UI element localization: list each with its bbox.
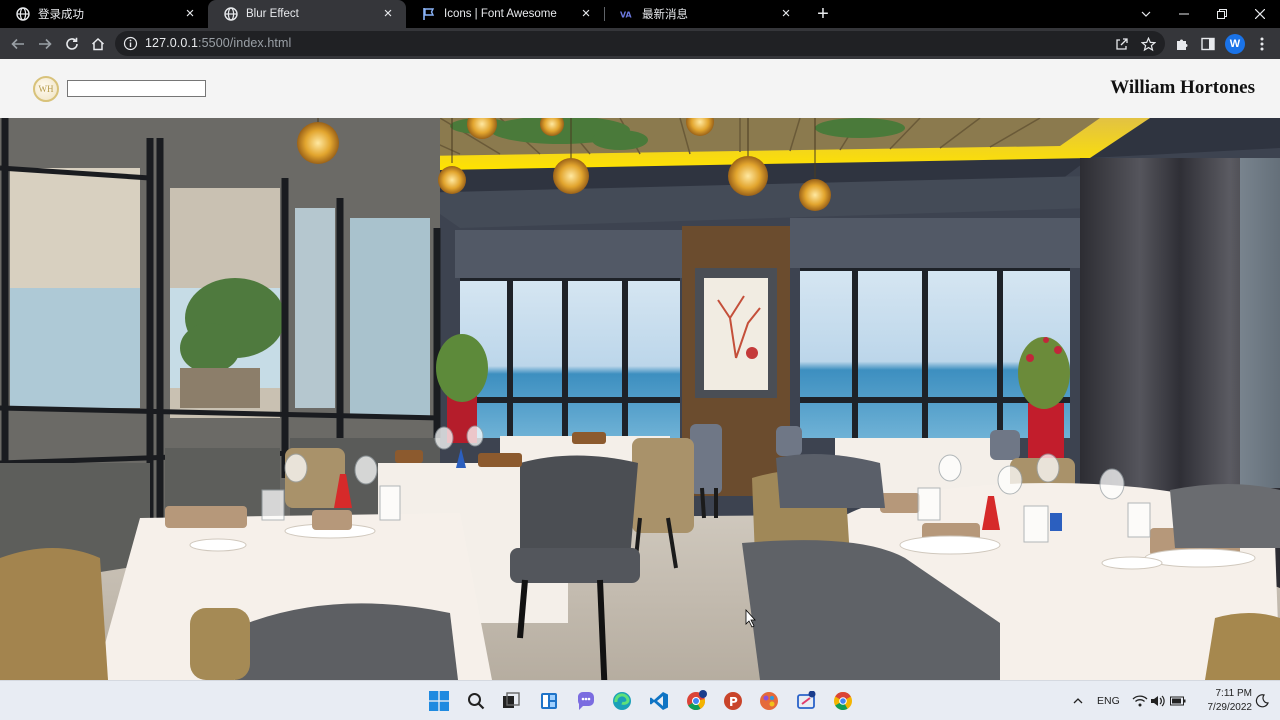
tab-title: Icons | Font Awesome xyxy=(444,8,557,20)
chrome-icon[interactable] xyxy=(684,689,708,713)
restore-icon[interactable] xyxy=(1203,0,1241,28)
info-icon[interactable] xyxy=(123,36,138,51)
paint-icon[interactable] xyxy=(757,689,781,713)
menu-kebab-icon[interactable] xyxy=(1252,34,1272,54)
site-header: WH William Hortones xyxy=(0,59,1280,118)
url-text: 127.0.0.1:5500/index.html xyxy=(145,36,291,50)
chrome-icon-2[interactable] xyxy=(831,689,855,713)
tab-login-success[interactable]: 登录成功 × xyxy=(0,0,208,28)
share-icon[interactable] xyxy=(1112,34,1132,54)
vscode-icon[interactable] xyxy=(647,689,671,713)
clock-date: 7/29/2022 xyxy=(1207,702,1253,713)
close-icon[interactable]: × xyxy=(578,6,594,22)
tab-font-awesome[interactable]: Icons | Font Awesome × xyxy=(406,0,604,28)
side-panel-icon[interactable] xyxy=(1198,34,1218,54)
forward-arrow-icon[interactable] xyxy=(35,34,55,54)
app-p-icon[interactable]: P xyxy=(721,689,745,713)
restaurant-illustration xyxy=(0,108,1280,680)
tab-title: 最新消息 xyxy=(642,9,688,21)
url-host: 127.0.0.1 xyxy=(145,36,199,50)
tab-strip: 登录成功 × Blur Effect × Icons | Font Awesom… xyxy=(0,0,1280,28)
system-clock[interactable]: 7:11 PM 7/29/2022 xyxy=(1190,687,1253,715)
site-name: William Hortones xyxy=(1110,77,1255,98)
tab-latest-news[interactable]: VA 最新消息 × xyxy=(604,0,804,28)
minimize-icon[interactable] xyxy=(1165,0,1203,28)
windows-start-icon[interactable] xyxy=(427,689,451,713)
site-logo-icon: VA xyxy=(620,7,634,21)
reload-icon[interactable] xyxy=(62,34,82,54)
back-arrow-icon[interactable] xyxy=(8,34,28,54)
restaurant-hero-image xyxy=(0,108,1280,680)
bookmark-star-icon[interactable] xyxy=(1138,34,1158,54)
clock-time: 7:11 PM xyxy=(1215,688,1253,699)
profile-avatar[interactable]: W xyxy=(1225,34,1245,54)
battery-icon[interactable] xyxy=(1166,689,1190,713)
close-icon[interactable]: × xyxy=(380,6,396,22)
tab-search-icon[interactable] xyxy=(1127,0,1165,28)
site-logo[interactable]: WH xyxy=(33,76,59,102)
widgets-icon[interactable] xyxy=(537,689,561,713)
globe-icon xyxy=(224,7,238,21)
address-bar[interactable]: 127.0.0.1:5500/index.html xyxy=(115,31,1165,56)
chevron-up-icon[interactable] xyxy=(1066,689,1090,713)
home-icon[interactable] xyxy=(88,34,108,54)
language-indicator[interactable]: ENG xyxy=(1097,695,1120,707)
url-path: :5500/index.html xyxy=(198,36,292,50)
tab-title: Blur Effect xyxy=(246,8,299,20)
svg-text:P: P xyxy=(729,695,738,709)
windows-taskbar: P ENG 7:11 PM 7/29/2022 xyxy=(0,680,1280,720)
globe-icon xyxy=(16,7,30,21)
close-icon[interactable]: × xyxy=(182,6,198,22)
snipping-tool-icon[interactable] xyxy=(794,689,818,713)
close-window-icon[interactable] xyxy=(1241,0,1279,28)
svg-text:VA: VA xyxy=(620,11,633,20)
chat-icon[interactable] xyxy=(574,689,598,713)
extensions-icon[interactable] xyxy=(1172,34,1192,54)
close-icon[interactable]: × xyxy=(778,6,794,22)
flag-icon xyxy=(422,7,436,21)
search-input[interactable] xyxy=(67,80,206,97)
tab-blur-effect[interactable]: Blur Effect × xyxy=(208,0,406,28)
notification-moon-icon[interactable] xyxy=(1250,689,1274,713)
task-view-icon[interactable] xyxy=(499,689,523,713)
web-page: WH William Hortones xyxy=(0,59,1280,680)
tab-title: 登录成功 xyxy=(38,9,84,21)
search-icon[interactable] xyxy=(464,689,488,713)
new-tab-button[interactable]: + xyxy=(812,3,834,25)
browser-toolbar: 127.0.0.1:5500/index.html xyxy=(0,28,1280,59)
edge-browser-icon[interactable] xyxy=(610,689,634,713)
